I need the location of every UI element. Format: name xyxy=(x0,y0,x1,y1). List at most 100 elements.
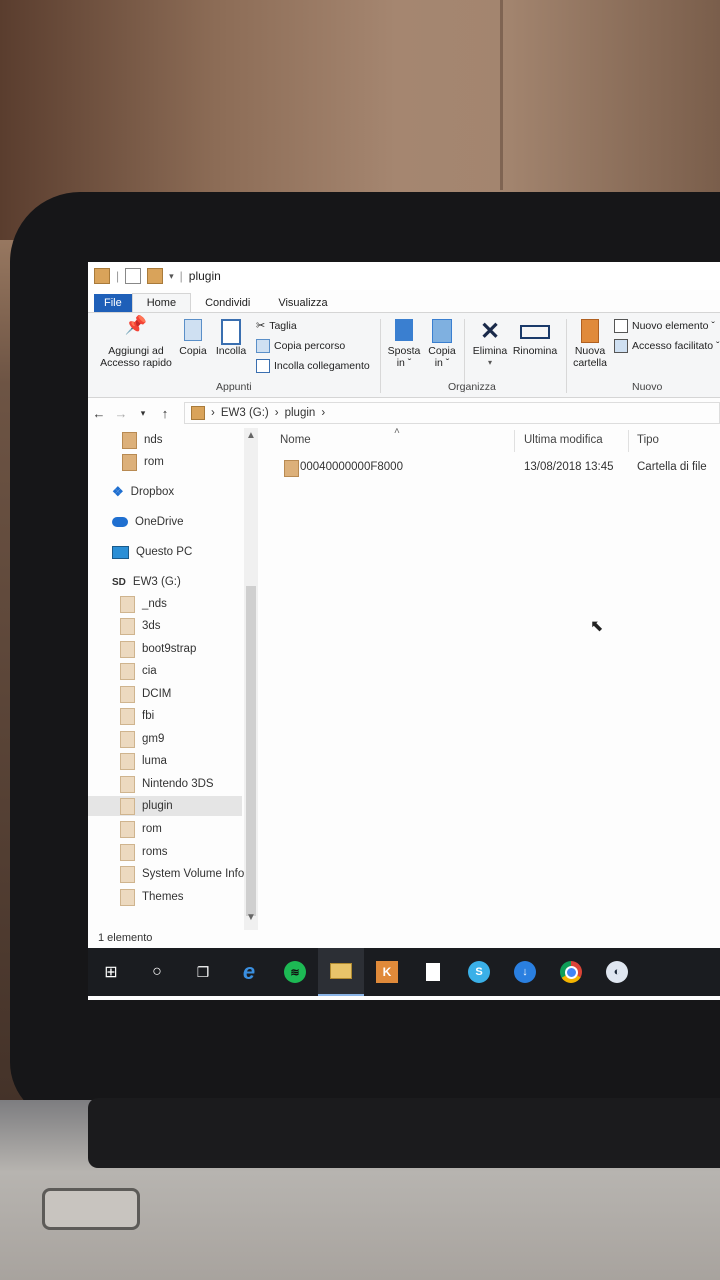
nav-item-dropbox[interactable]: ❖ Dropbox xyxy=(112,482,174,502)
paste-shortcut-button[interactable]: Incolla collegamento xyxy=(256,359,370,373)
pin-icon: 📌 xyxy=(124,315,148,335)
breadcrumb-folder[interactable]: plugin xyxy=(285,407,316,419)
folder-icon xyxy=(120,797,135,815)
forward-arrow-icon[interactable]: → xyxy=(110,406,132,421)
cortana-icon[interactable]: ○ xyxy=(134,948,180,996)
nav-label: EW3 (G:) xyxy=(132,576,181,588)
properties-icon[interactable] xyxy=(125,268,142,284)
dropbox-icon: ❖ xyxy=(112,484,124,499)
sort-chevron-up-icon: ˄ xyxy=(394,426,400,437)
nav-scrollbar-thumb[interactable] xyxy=(246,586,256,916)
folder-icon xyxy=(120,730,135,748)
steam-icon[interactable]: ◐ xyxy=(594,948,640,996)
nav-label: System Volume Inforr xyxy=(142,868,252,880)
nav-item-roms[interactable]: roms xyxy=(120,842,168,862)
scroll-up-arrow-icon[interactable]: ▲ xyxy=(246,430,256,441)
new-folder-label: Nuova cartella xyxy=(573,345,607,369)
new-folder-icon xyxy=(568,319,612,345)
nav-item-nds-folder[interactable]: _nds xyxy=(120,594,167,614)
clipboard-icon xyxy=(212,319,250,345)
folder-icon xyxy=(120,617,135,635)
file-list: Nome ˄ Ultima modifica Tipo 00040000000F… xyxy=(268,426,720,930)
column-header-type[interactable]: Tipo xyxy=(637,434,659,446)
back-arrow-icon[interactable]: ← xyxy=(88,406,110,421)
chrome-icon[interactable] xyxy=(548,948,594,996)
folder-icon xyxy=(120,685,135,703)
new-item-button[interactable]: Nuovo elemento ˇ xyxy=(614,319,715,333)
nav-item-fbi[interactable]: fbi xyxy=(120,706,154,726)
breadcrumb-drive[interactable]: EW3 (G:) xyxy=(221,407,269,419)
nav-item-rom-drive[interactable]: rom xyxy=(120,819,162,839)
move-to-button[interactable]: Sposta in ˇ xyxy=(384,319,424,369)
copy-path-button[interactable]: Copia percorso xyxy=(256,339,345,353)
nav-label: Themes xyxy=(142,891,184,903)
separator xyxy=(380,319,381,393)
customize-arrow-icon[interactable]: ▾ xyxy=(169,271,174,282)
nav-item-nintendo-3ds[interactable]: Nintendo 3DS xyxy=(120,774,214,794)
taskbar: ⊞ ○ ❐ e ≋ K S ↓ ◐ xyxy=(88,948,720,996)
copy-button[interactable]: Copia xyxy=(176,319,210,357)
app-k-icon[interactable]: K xyxy=(364,948,410,996)
nav-label: gm9 xyxy=(142,733,165,745)
folder-icon xyxy=(120,865,135,883)
nav-item-nds[interactable]: nds xyxy=(122,430,163,450)
laptop-hinge xyxy=(88,1098,720,1168)
up-arrow-icon[interactable]: ↑ xyxy=(154,406,176,421)
download-icon[interactable]: ↓ xyxy=(502,948,548,996)
table-row[interactable]: 00040000000F8000 13/08/2018 13:45 Cartel… xyxy=(268,456,720,478)
nav-item-system-volume[interactable]: System Volume Inforr xyxy=(120,864,252,884)
nav-item-luma[interactable]: luma xyxy=(120,751,167,771)
rename-icon xyxy=(510,319,560,345)
tab-file[interactable]: File xyxy=(94,294,132,312)
column-separator[interactable] xyxy=(514,430,515,452)
tab-home[interactable]: Home xyxy=(131,293,192,312)
nav-item-cia[interactable]: cia xyxy=(120,661,157,681)
column-header-name[interactable]: Nome xyxy=(280,434,311,446)
windows-start-icon[interactable]: ⊞ xyxy=(88,948,134,996)
tab-share[interactable]: Condividi xyxy=(191,294,264,312)
new-folder-icon[interactable] xyxy=(147,268,164,284)
nav-label: 3ds xyxy=(142,620,161,632)
rename-button[interactable]: Rinomina xyxy=(510,319,560,357)
pin-quick-access-button[interactable]: 📌 Aggiungi ad Accesso rapido xyxy=(94,315,178,369)
task-view-icon[interactable]: ❐ xyxy=(180,948,226,996)
nav-item-themes[interactable]: Themes xyxy=(120,887,184,907)
nav-label: fbi xyxy=(142,710,155,722)
folder-icon xyxy=(120,595,135,613)
nav-item-onedrive[interactable]: OneDrive xyxy=(112,512,184,532)
notepad-icon[interactable] xyxy=(410,948,456,996)
nav-item-gm9[interactable]: gm9 xyxy=(120,729,164,749)
file-explorer-icon[interactable] xyxy=(318,948,364,996)
edge-icon[interactable]: e xyxy=(226,948,272,996)
file-name: 00040000000F8000 xyxy=(300,461,403,473)
nav-label: roms xyxy=(142,846,168,858)
nav-item-dcim[interactable]: DCIM xyxy=(120,684,171,704)
spotify-icon[interactable]: ≋ xyxy=(272,948,318,996)
nav-label: _nds xyxy=(142,598,167,610)
nav-item-drive-g[interactable]: SD EW3 (G:) xyxy=(112,572,181,592)
nav-item-boot9strap[interactable]: boot9strap xyxy=(120,639,196,659)
recent-dropdown-icon[interactable]: ▾ xyxy=(132,408,154,419)
easy-access-button[interactable]: Accesso facilitato ˇ xyxy=(614,339,720,353)
folder-icon xyxy=(120,888,135,906)
new-folder-button[interactable]: Nuova cartella xyxy=(568,319,612,369)
nav-label: Questo PC xyxy=(136,546,193,558)
column-separator[interactable] xyxy=(628,430,629,452)
column-header-modified[interactable]: Ultima modifica xyxy=(524,434,603,446)
delete-button[interactable]: ✕ Elimina ▾ xyxy=(468,319,512,369)
nav-item-3ds[interactable]: 3ds xyxy=(120,616,161,636)
copy-to-button[interactable]: Copia in ˇ xyxy=(424,319,460,369)
cut-button[interactable]: ✂ Taglia xyxy=(256,319,297,333)
paste-button[interactable]: Incolla xyxy=(212,319,250,357)
easy-access-label: Accesso facilitato ˇ xyxy=(632,340,720,352)
nav-label: Nintendo 3DS xyxy=(142,778,214,790)
skype-icon[interactable]: S xyxy=(456,948,502,996)
tab-view[interactable]: Visualizza xyxy=(264,294,341,312)
nav-item-rom[interactable]: rom xyxy=(122,452,164,472)
wall-seam xyxy=(500,0,503,190)
scroll-down-arrow-icon[interactable]: ▼ xyxy=(246,912,256,923)
nav-label: plugin xyxy=(142,800,173,812)
nav-item-plugin[interactable]: plugin xyxy=(88,796,242,816)
nav-item-this-pc[interactable]: Questo PC xyxy=(112,542,192,562)
breadcrumb[interactable]: › EW3 (G:) › plugin › xyxy=(184,402,720,424)
